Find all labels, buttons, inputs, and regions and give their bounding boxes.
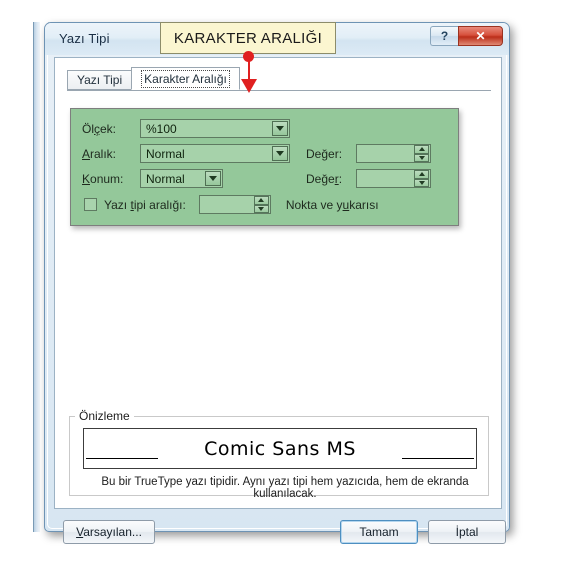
scale-combobox[interactable]: %100 xyxy=(140,119,290,138)
position-combobox[interactable]: Normal xyxy=(140,169,223,188)
screenshot-root: Yazı Tipi ? ✕ Yazı Tipi Karakter Aralığı xyxy=(0,0,565,586)
tab-yazi-tipi-label: Yazı Tipi xyxy=(77,73,123,87)
spacing-value: Normal xyxy=(146,146,185,161)
cancel-button-label: İptal xyxy=(455,525,479,539)
spinner-buttons[interactable] xyxy=(414,145,429,162)
spacing-amount-label: Değer: xyxy=(306,146,343,161)
tab-separator-line xyxy=(67,90,491,91)
annotation-callout: KARAKTER ARALIĞI xyxy=(160,22,336,54)
spacing-amount-spinner[interactable] xyxy=(356,144,431,163)
window-controls: ? ✕ xyxy=(430,26,503,47)
position-amount-label: Değer: xyxy=(306,171,343,186)
dialog-title: Yazı Tipi xyxy=(59,31,110,46)
kerning-size-spinner[interactable] xyxy=(198,195,271,214)
tab-strip: Yazı Tipi Karakter Aralığı xyxy=(67,67,240,90)
ok-button-label: Tamam xyxy=(359,525,399,539)
preview-description: Bu bir TrueType yazı tipidir. Aynı yazı … xyxy=(101,476,469,500)
spinner-buttons[interactable] xyxy=(414,170,429,187)
character-spacing-panel: Ölçek: %100 Aralık: Normal Değer: Konum:… xyxy=(70,108,459,226)
default-button[interactable]: Varsayılan... xyxy=(63,520,155,544)
annotation-arrowhead-icon xyxy=(241,79,257,93)
spacing-label: Aralık: xyxy=(82,146,117,161)
font-dialog: Yazı Tipi ? ✕ Yazı Tipi Karakter Aralığı xyxy=(44,22,510,544)
spinner-down-icon[interactable] xyxy=(253,204,269,213)
position-label: Konum: xyxy=(82,171,124,186)
dialog-client-area: Yazı Tipi Karakter Aralığı Ölçek: %100 A… xyxy=(54,57,502,509)
tab-karakter-araligi-label: Karakter Aralığı xyxy=(141,69,230,88)
position-amount-spinner[interactable] xyxy=(356,169,431,188)
position-value: Normal xyxy=(146,171,185,186)
kerning-checkbox[interactable] xyxy=(84,198,97,211)
preview-box: Comic Sans MS xyxy=(83,428,477,469)
annotation-callout-text: KARAKTER ARALIĞI xyxy=(173,29,323,47)
spinner-buttons[interactable] xyxy=(253,196,269,213)
chevron-down-icon[interactable] xyxy=(272,121,288,136)
preview-legend: Önizleme xyxy=(75,409,134,423)
chevron-down-icon[interactable] xyxy=(205,171,221,186)
close-button[interactable]: ✕ xyxy=(458,26,503,46)
spinner-up-icon[interactable] xyxy=(414,145,429,154)
preview-sample-text: Comic Sans MS xyxy=(204,437,356,460)
spinner-up-icon[interactable] xyxy=(253,196,269,205)
position-row: Konum: Normal Değer: xyxy=(82,169,431,188)
scale-label: Ölçek: xyxy=(82,121,117,136)
kerning-label: Yazı tipi aralığı: xyxy=(104,197,186,212)
spinner-down-icon[interactable] xyxy=(414,178,429,187)
scale-row: Ölçek: %100 xyxy=(82,119,290,138)
tab-karakter-araligi[interactable]: Karakter Aralığı xyxy=(131,67,240,90)
kerning-row: Yazı tipi aralığı: Nokta ve yukarısı xyxy=(84,195,379,214)
tab-yazi-tipi[interactable]: Yazı Tipi xyxy=(67,70,133,90)
spinner-up-icon[interactable] xyxy=(414,170,429,179)
help-button[interactable]: ? xyxy=(430,26,458,46)
chevron-down-icon[interactable] xyxy=(272,146,288,161)
spinner-down-icon[interactable] xyxy=(414,153,429,162)
spacing-combobox[interactable]: Normal xyxy=(140,144,290,163)
scale-value: %100 xyxy=(146,121,177,136)
spacing-row: Aralık: Normal Değer: xyxy=(82,144,431,163)
kerning-suffix-label: Nokta ve yukarısı xyxy=(285,197,379,212)
cancel-button[interactable]: İptal xyxy=(428,520,506,544)
ok-button[interactable]: Tamam xyxy=(340,520,418,544)
default-button-label: Varsayılan... xyxy=(76,525,142,539)
